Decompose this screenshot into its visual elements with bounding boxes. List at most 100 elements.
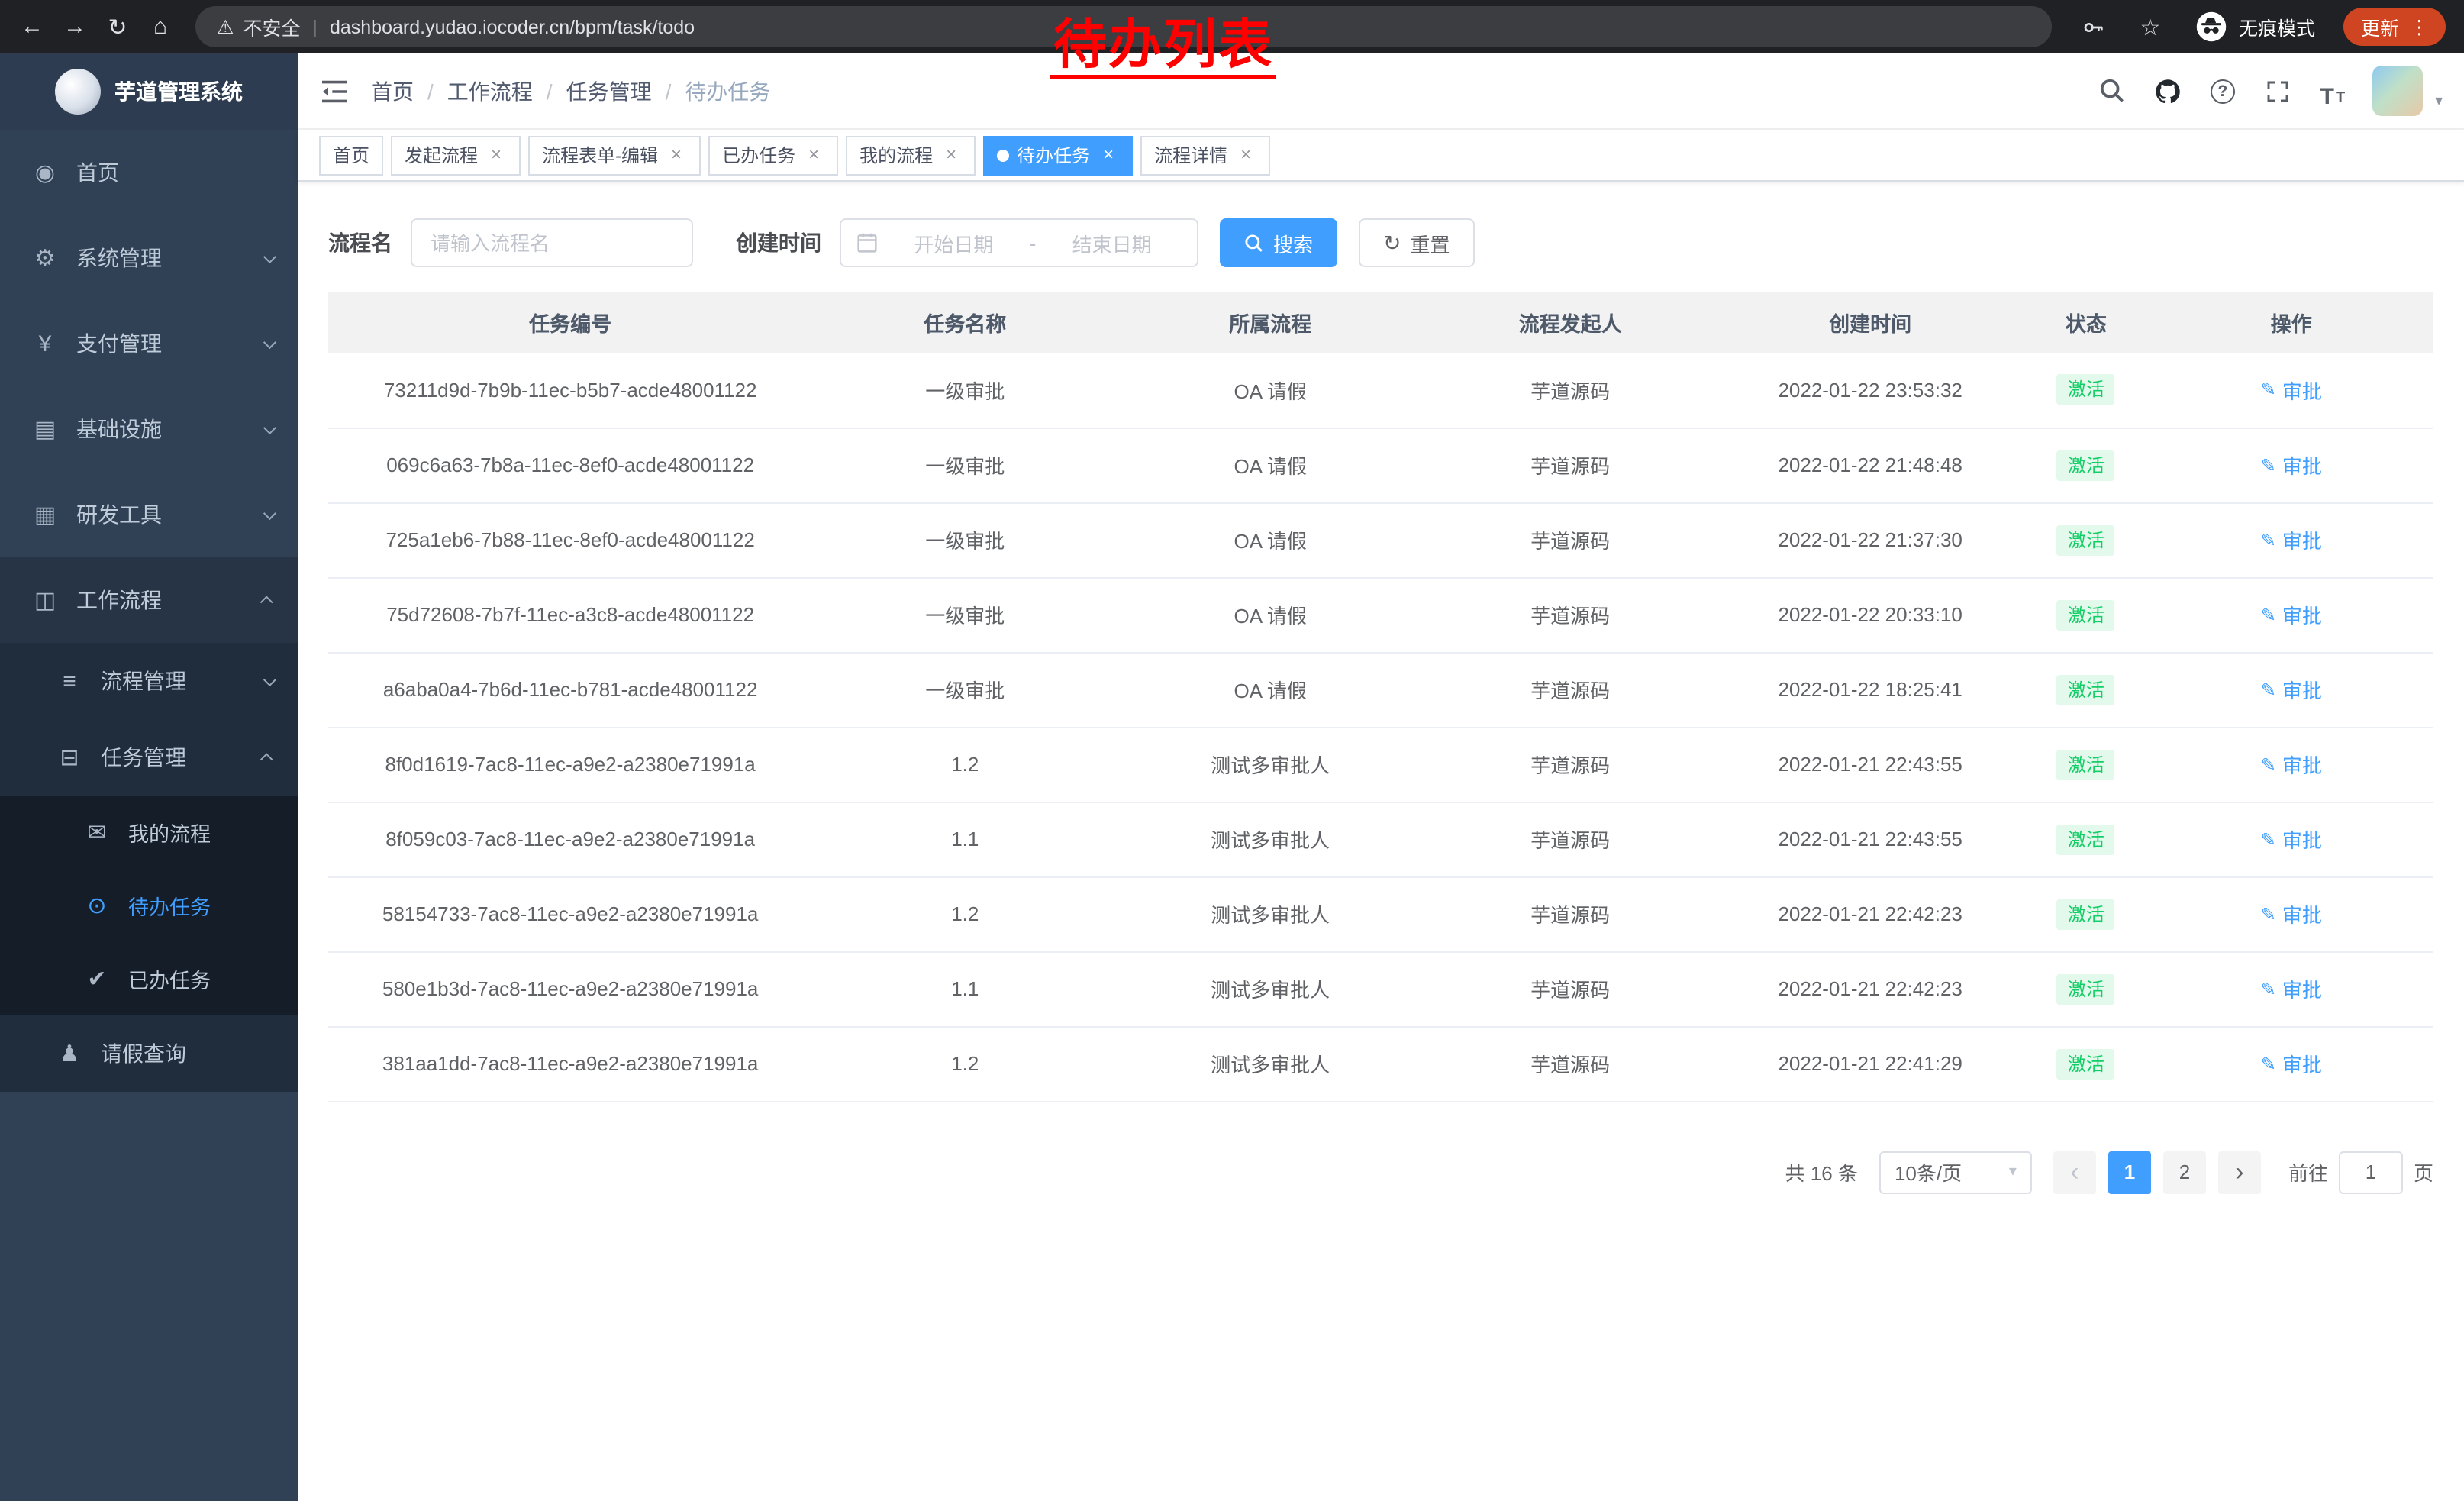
sidebar: 芋道管理系统 ◉ 首页 ⚙ 系统管理 [0,53,298,1501]
menu-fold-icon[interactable] [298,79,371,103]
tab-home[interactable]: 首页 × [319,135,383,175]
status-badge: 激活 [2057,599,2115,630]
update-button[interactable]: 更新 ⋮ [2344,8,2446,46]
browser-menu-dots-icon[interactable]: ⋮ [2410,15,2429,38]
sidebar-item-task-manage[interactable]: ⊟ 任务管理 [0,719,298,796]
sidebar-item-infrastructure[interactable]: ▤ 基础设施 [0,386,298,472]
page-size-value: 10条/页 [1895,1157,1962,1186]
next-page-button[interactable]: › [2218,1151,2261,1193]
approve-link[interactable]: ✎ 审批 [2261,1049,2322,1078]
sidebar-item-payment-manage[interactable]: ¥ 支付管理 [0,301,298,386]
browser-back-icon[interactable]: ← [12,7,52,47]
breadcrumb-item[interactable]: 工作流程 / [447,76,566,106]
browser-reload-icon[interactable]: ↻ [98,7,137,47]
cell-status: 激活 [2023,727,2149,802]
caret-down-icon: ▾ [2009,1164,2017,1180]
sidebar-item-done-tasks[interactable]: ✔ 已办任务 [0,942,298,1015]
browser-forward-icon[interactable]: → [55,7,95,47]
close-icon[interactable]: × [1098,144,1119,166]
breadcrumb-separator: / [547,79,553,103]
cell-status: 激活 [2023,802,2149,876]
cell-task-name: 1.2 [812,876,1118,951]
table-row: 069c6a63-7b8a-11ec-8ef0-acde48001122 一级审… [328,428,2433,502]
tab-form-edit[interactable]: 流程表单-编辑 × [528,135,701,175]
sidebar-item-todo-tasks[interactable]: ⊙ 待办任务 [0,869,298,942]
tab-done-tasks[interactable]: 已办任务 × [708,135,838,175]
approve-link[interactable]: ✎ 审批 [2261,450,2322,479]
column-header: 状态 [2023,292,2149,353]
cell-task-name: 一级审批 [812,428,1118,502]
fullscreen-icon[interactable] [2262,74,2293,108]
page-number-button[interactable]: 2 [2163,1151,2206,1193]
approve-link[interactable]: ✎ 审批 [2261,825,2322,854]
bookmark-star-icon[interactable]: ☆ [2130,7,2170,47]
search-button[interactable]: 搜索 [1220,218,1337,267]
approve-link[interactable]: ✎ 审批 [2261,376,2322,405]
help-icon[interactable]: ? [2208,74,2238,108]
url-text[interactable]: dashboard.yudao.iocoder.cn/bpm/task/todo [330,16,695,37]
close-icon[interactable]: × [1235,144,1256,166]
password-key-icon[interactable] [2074,7,2114,47]
end-date-placeholder[interactable]: 结束日期 [1042,228,1182,257]
user-avatar[interactable] [2372,66,2423,116]
sidebar-item-system-manage[interactable]: ⚙ 系统管理 [0,215,298,301]
approve-link[interactable]: ✎ 审批 [2261,675,2322,704]
cell-created: 2022-01-21 22:43:55 [1717,802,2023,876]
breadcrumb-item[interactable]: 待办任务 / [685,76,770,106]
process-name-input[interactable] [411,218,693,267]
menu-label: 任务管理 [101,742,264,773]
cell-process: OA 请假 [1118,502,1423,577]
calendar-icon [856,232,878,253]
page-number-button[interactable]: 1 [2108,1151,2151,1193]
goto-page-input[interactable] [2339,1151,2403,1193]
app-logo[interactable]: 芋道管理系统 [0,53,298,130]
approve-link[interactable]: ✎ 审批 [2261,525,2322,554]
page-size-select[interactable]: 10条/页 ▾ [1879,1151,2032,1193]
cell-process: 测试多审批人 [1118,727,1423,802]
cell-initiator: 芋道源码 [1423,951,1717,1026]
cell-task-id: a6aba0a4-7b6d-11ec-b781-acde48001122 [328,652,812,727]
chrome-actions: ☆ 无痕模式 更新 ⋮ [2068,7,2452,47]
table-row: 58154733-7ac8-11ec-a9e2-a2380e71991a 1.2… [328,876,2433,951]
tab-label: 待办任务 [1017,142,1090,168]
github-icon[interactable] [2153,74,2183,108]
status-badge: 激活 [2057,1048,2115,1079]
sidebar-item-my-process[interactable]: ✉ 我的流程 [0,796,298,869]
breadcrumb-item[interactable]: 首页 / [371,76,447,106]
sidebar-item-home[interactable]: ◉ 首页 [0,130,298,215]
approve-link[interactable]: ✎ 审批 [2261,974,2322,1003]
approve-link[interactable]: ✎ 审批 [2261,750,2322,779]
breadcrumb-item[interactable]: 任务管理 / [566,76,685,106]
search-icon[interactable] [2098,74,2128,108]
prev-page-button[interactable]: ‹ [2053,1151,2096,1193]
tab-start-process[interactable]: 发起流程 × [391,135,521,175]
sidebar-item-process-manage[interactable]: ≡ 流程管理 [0,643,298,719]
close-icon[interactable]: × [666,144,687,166]
browser-home-icon[interactable]: ⌂ [140,7,180,47]
sidebar-item-workflow[interactable]: ◫ 工作流程 [0,557,298,643]
security-label[interactable]: 不安全 [243,12,300,41]
sidebar-item-dev-tools[interactable]: ▦ 研发工具 [0,472,298,557]
close-icon[interactable]: × [940,144,962,166]
menu-label: 研发工具 [76,499,264,530]
approve-link[interactable]: ✎ 审批 [2261,899,2322,928]
close-icon[interactable]: × [803,144,824,166]
close-icon[interactable]: × [485,144,507,166]
date-range-picker[interactable]: 开始日期 - 结束日期 [840,218,1198,267]
approve-link[interactable]: ✎ 审批 [2261,600,2322,629]
status-badge: 激活 [2057,375,2115,405]
tab-todo-tasks[interactable]: 待办任务 × [983,135,1133,175]
start-date-placeholder[interactable]: 开始日期 [884,228,1024,257]
incognito-icon [2196,11,2228,43]
annotation-overlay: 待办列表 [1050,18,1276,79]
edit-icon: ✎ [2261,828,2276,850]
reset-button[interactable]: ↻ 重置 [1359,218,1475,267]
menu-label: 基础设施 [76,414,264,444]
sidebar-item-leave-query[interactable]: ♟ 请假查询 [0,1015,298,1092]
cell-action: ✎ 审批 [2150,802,2433,876]
cell-initiator: 芋道源码 [1423,502,1717,577]
font-size-icon[interactable]: T T [2317,74,2348,108]
menu-label: 待办任务 [128,890,273,921]
tab-process-detail[interactable]: 流程详情 × [1140,135,1270,175]
tab-my-process[interactable]: 我的流程 × [846,135,976,175]
